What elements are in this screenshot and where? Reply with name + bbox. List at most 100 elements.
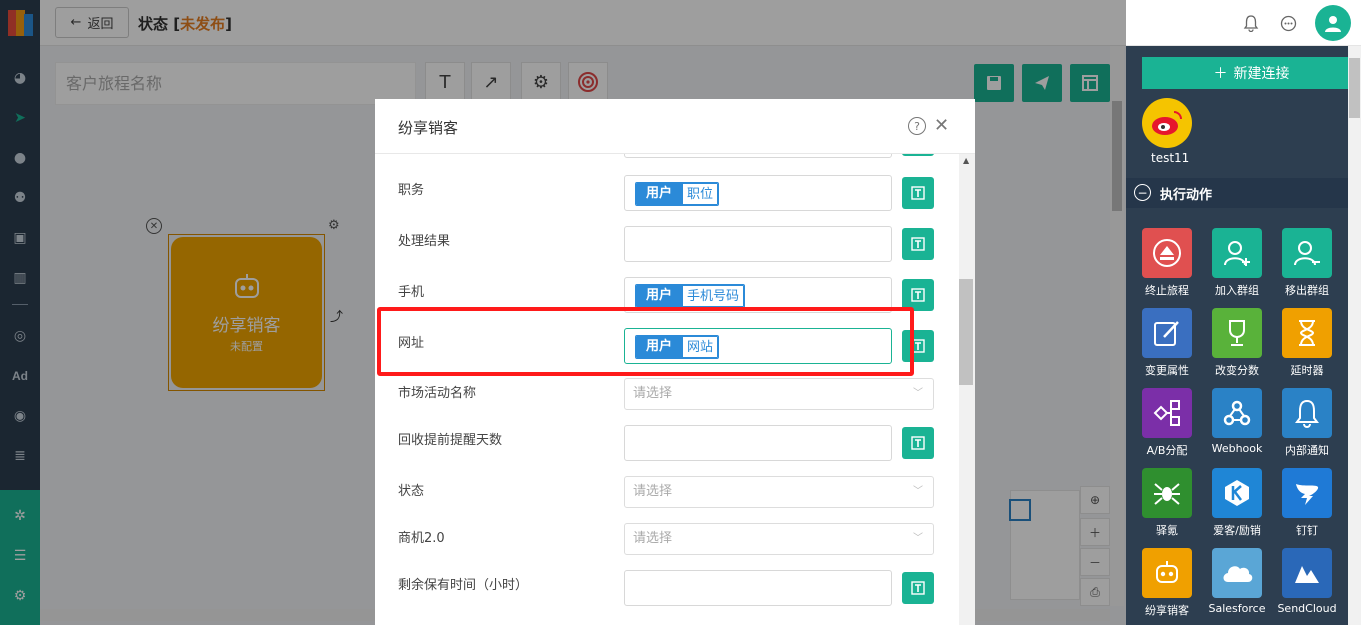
action-item[interactable]: 驿氪	[1134, 468, 1200, 544]
action-label: 加入群组	[1215, 284, 1259, 297]
action-label: 终止旅程	[1145, 284, 1189, 297]
field-input[interactable]	[624, 226, 892, 262]
field-label: 回收提前提醒天数	[398, 433, 503, 448]
action-label: 驿氪	[1156, 524, 1178, 537]
text-insert-icon[interactable]	[902, 572, 934, 604]
field-label: 处理结果	[398, 234, 451, 249]
user-avatar[interactable]	[1315, 5, 1351, 41]
close-icon[interactable]: ✕	[934, 115, 949, 136]
highlight-box	[377, 307, 914, 376]
field-input[interactable]	[624, 570, 892, 606]
help-icon[interactable]: ?	[908, 117, 926, 135]
cloud-icon	[1212, 548, 1262, 598]
split-icon	[1142, 388, 1192, 438]
chevron-down-icon: ﹀	[913, 486, 923, 497]
action-label: 爱客/励销	[1213, 524, 1261, 537]
action-item[interactable]: Salesforce	[1204, 548, 1270, 624]
eject-icon	[1142, 228, 1192, 278]
tag-source: 用户	[636, 285, 683, 307]
edit-icon	[1142, 308, 1192, 358]
chat-icon[interactable]	[1277, 12, 1299, 34]
form-row: 回收提前提醒天数	[375, 425, 959, 465]
tag-source: 用户	[636, 183, 683, 205]
section-title: 执行动作	[1160, 188, 1213, 203]
chevron-down-icon: ﹀	[913, 533, 923, 544]
robot-icon	[1142, 548, 1192, 598]
action-item[interactable]: 终止旅程	[1134, 228, 1200, 304]
field-label: 剩余保有时间（小时）	[398, 578, 529, 593]
field-label: 商机2.0	[398, 531, 445, 546]
text-insert-button[interactable]	[902, 154, 934, 156]
action-label: SendCloud	[1277, 602, 1337, 615]
action-item[interactable]: 爱客/励销	[1204, 468, 1270, 544]
form-row: 处理结果	[375, 226, 959, 266]
variable-tag[interactable]: 用户 职位	[635, 182, 720, 206]
field-label: 手机	[398, 285, 425, 300]
new-connection-button[interactable]: ＋ 新建连接	[1142, 57, 1361, 89]
action-label: 纷享销客	[1145, 604, 1189, 617]
field-input[interactable]	[624, 425, 892, 461]
collapse-icon[interactable]: −	[1134, 184, 1151, 201]
text-insert-icon[interactable]	[902, 177, 934, 209]
form-row: 职务 用户 职位	[375, 175, 959, 215]
select-placeholder: 请选择	[633, 386, 673, 401]
chevron-down-icon: ﹀	[913, 388, 923, 399]
new-connection-label: 新建连接	[1233, 66, 1290, 82]
action-item[interactable]: SendCloud	[1274, 548, 1340, 624]
action-item[interactable]: 改变分数	[1204, 308, 1270, 384]
field-select[interactable]: 请选择 ﹀	[624, 523, 934, 555]
weibo-connector-icon[interactable]	[1142, 98, 1192, 148]
scrollbar-thumb[interactable]	[1349, 58, 1360, 118]
tag-field: 手机号码	[682, 285, 745, 307]
action-item[interactable]: A/B分配	[1134, 388, 1200, 464]
field-label: 职务	[398, 183, 425, 198]
select-placeholder: 请选择	[633, 531, 673, 546]
webhook-icon	[1212, 388, 1262, 438]
action-label: A/B分配	[1146, 444, 1188, 457]
modal-header: 纷享销客 ? ✕	[375, 99, 975, 154]
partial-input[interactable]	[624, 154, 892, 158]
select-placeholder: 请选择	[633, 484, 673, 499]
action-item[interactable]: 延时器	[1274, 308, 1340, 384]
action-item[interactable]: 钉钉	[1274, 468, 1340, 544]
action-label: Webhook	[1211, 442, 1263, 455]
action-label: Salesforce	[1208, 602, 1266, 615]
action-label: 延时器	[1290, 364, 1324, 377]
action-item[interactable]: 加入群组	[1204, 228, 1270, 304]
action-item[interactable]: 内部通知	[1274, 388, 1340, 464]
hourglass-icon	[1282, 308, 1332, 358]
modal-title: 纷享销客	[398, 119, 459, 137]
right-panel-scrollbar[interactable]	[1348, 46, 1361, 625]
action-item[interactable]: 移出群组	[1274, 228, 1340, 304]
text-insert-icon[interactable]	[902, 228, 934, 260]
form-row: 状态 请选择 ﹀	[375, 476, 959, 516]
field-select[interactable]: 请选择 ﹀	[624, 378, 934, 410]
sendcloud-icon	[1282, 548, 1332, 598]
execute-actions-header[interactable]: − 执行动作	[1126, 178, 1361, 208]
field-label: 市场活动名称	[398, 386, 477, 401]
bell-icon	[1282, 388, 1332, 438]
plus-icon: ＋	[1213, 66, 1228, 82]
bell-icon[interactable]	[1240, 12, 1262, 34]
action-item[interactable]: 纷享销客	[1134, 548, 1200, 624]
user-minus-icon	[1282, 228, 1332, 278]
tag-field: 职位	[682, 183, 719, 205]
scroll-up-icon[interactable]: ▲	[963, 156, 969, 165]
action-label: 改变分数	[1215, 364, 1259, 377]
field-input[interactable]: 用户 职位	[624, 175, 892, 211]
spider-icon	[1142, 468, 1192, 518]
variable-tag[interactable]: 用户 手机号码	[635, 284, 746, 308]
field-select[interactable]: 请选择 ﹀	[624, 476, 934, 508]
action-label: 钉钉	[1296, 524, 1318, 537]
action-item[interactable]: Webhook	[1204, 388, 1270, 464]
action-label: 变更属性	[1145, 364, 1189, 377]
field-label: 状态	[398, 484, 425, 499]
form-row: 商机2.0 请选择 ﹀	[375, 523, 959, 563]
action-item[interactable]: 变更属性	[1134, 308, 1200, 384]
modal-form: 职务 用户 职位 处理结果 手机 用户 手机号码 网址 用户 网站 市场活动名称 请选择 ﹀ 回收提前提醒…	[375, 154, 959, 625]
right-panel: ＋ 新建连接 test11 − 执行动作 终止旅程 加入群组 移出群组 变更属性 改变分…	[1126, 46, 1361, 625]
scrollbar-thumb[interactable]	[959, 279, 973, 385]
k-logo-icon	[1212, 468, 1262, 518]
modal-scrollbar[interactable]: ▲	[959, 154, 975, 625]
text-insert-icon[interactable]	[902, 427, 934, 459]
